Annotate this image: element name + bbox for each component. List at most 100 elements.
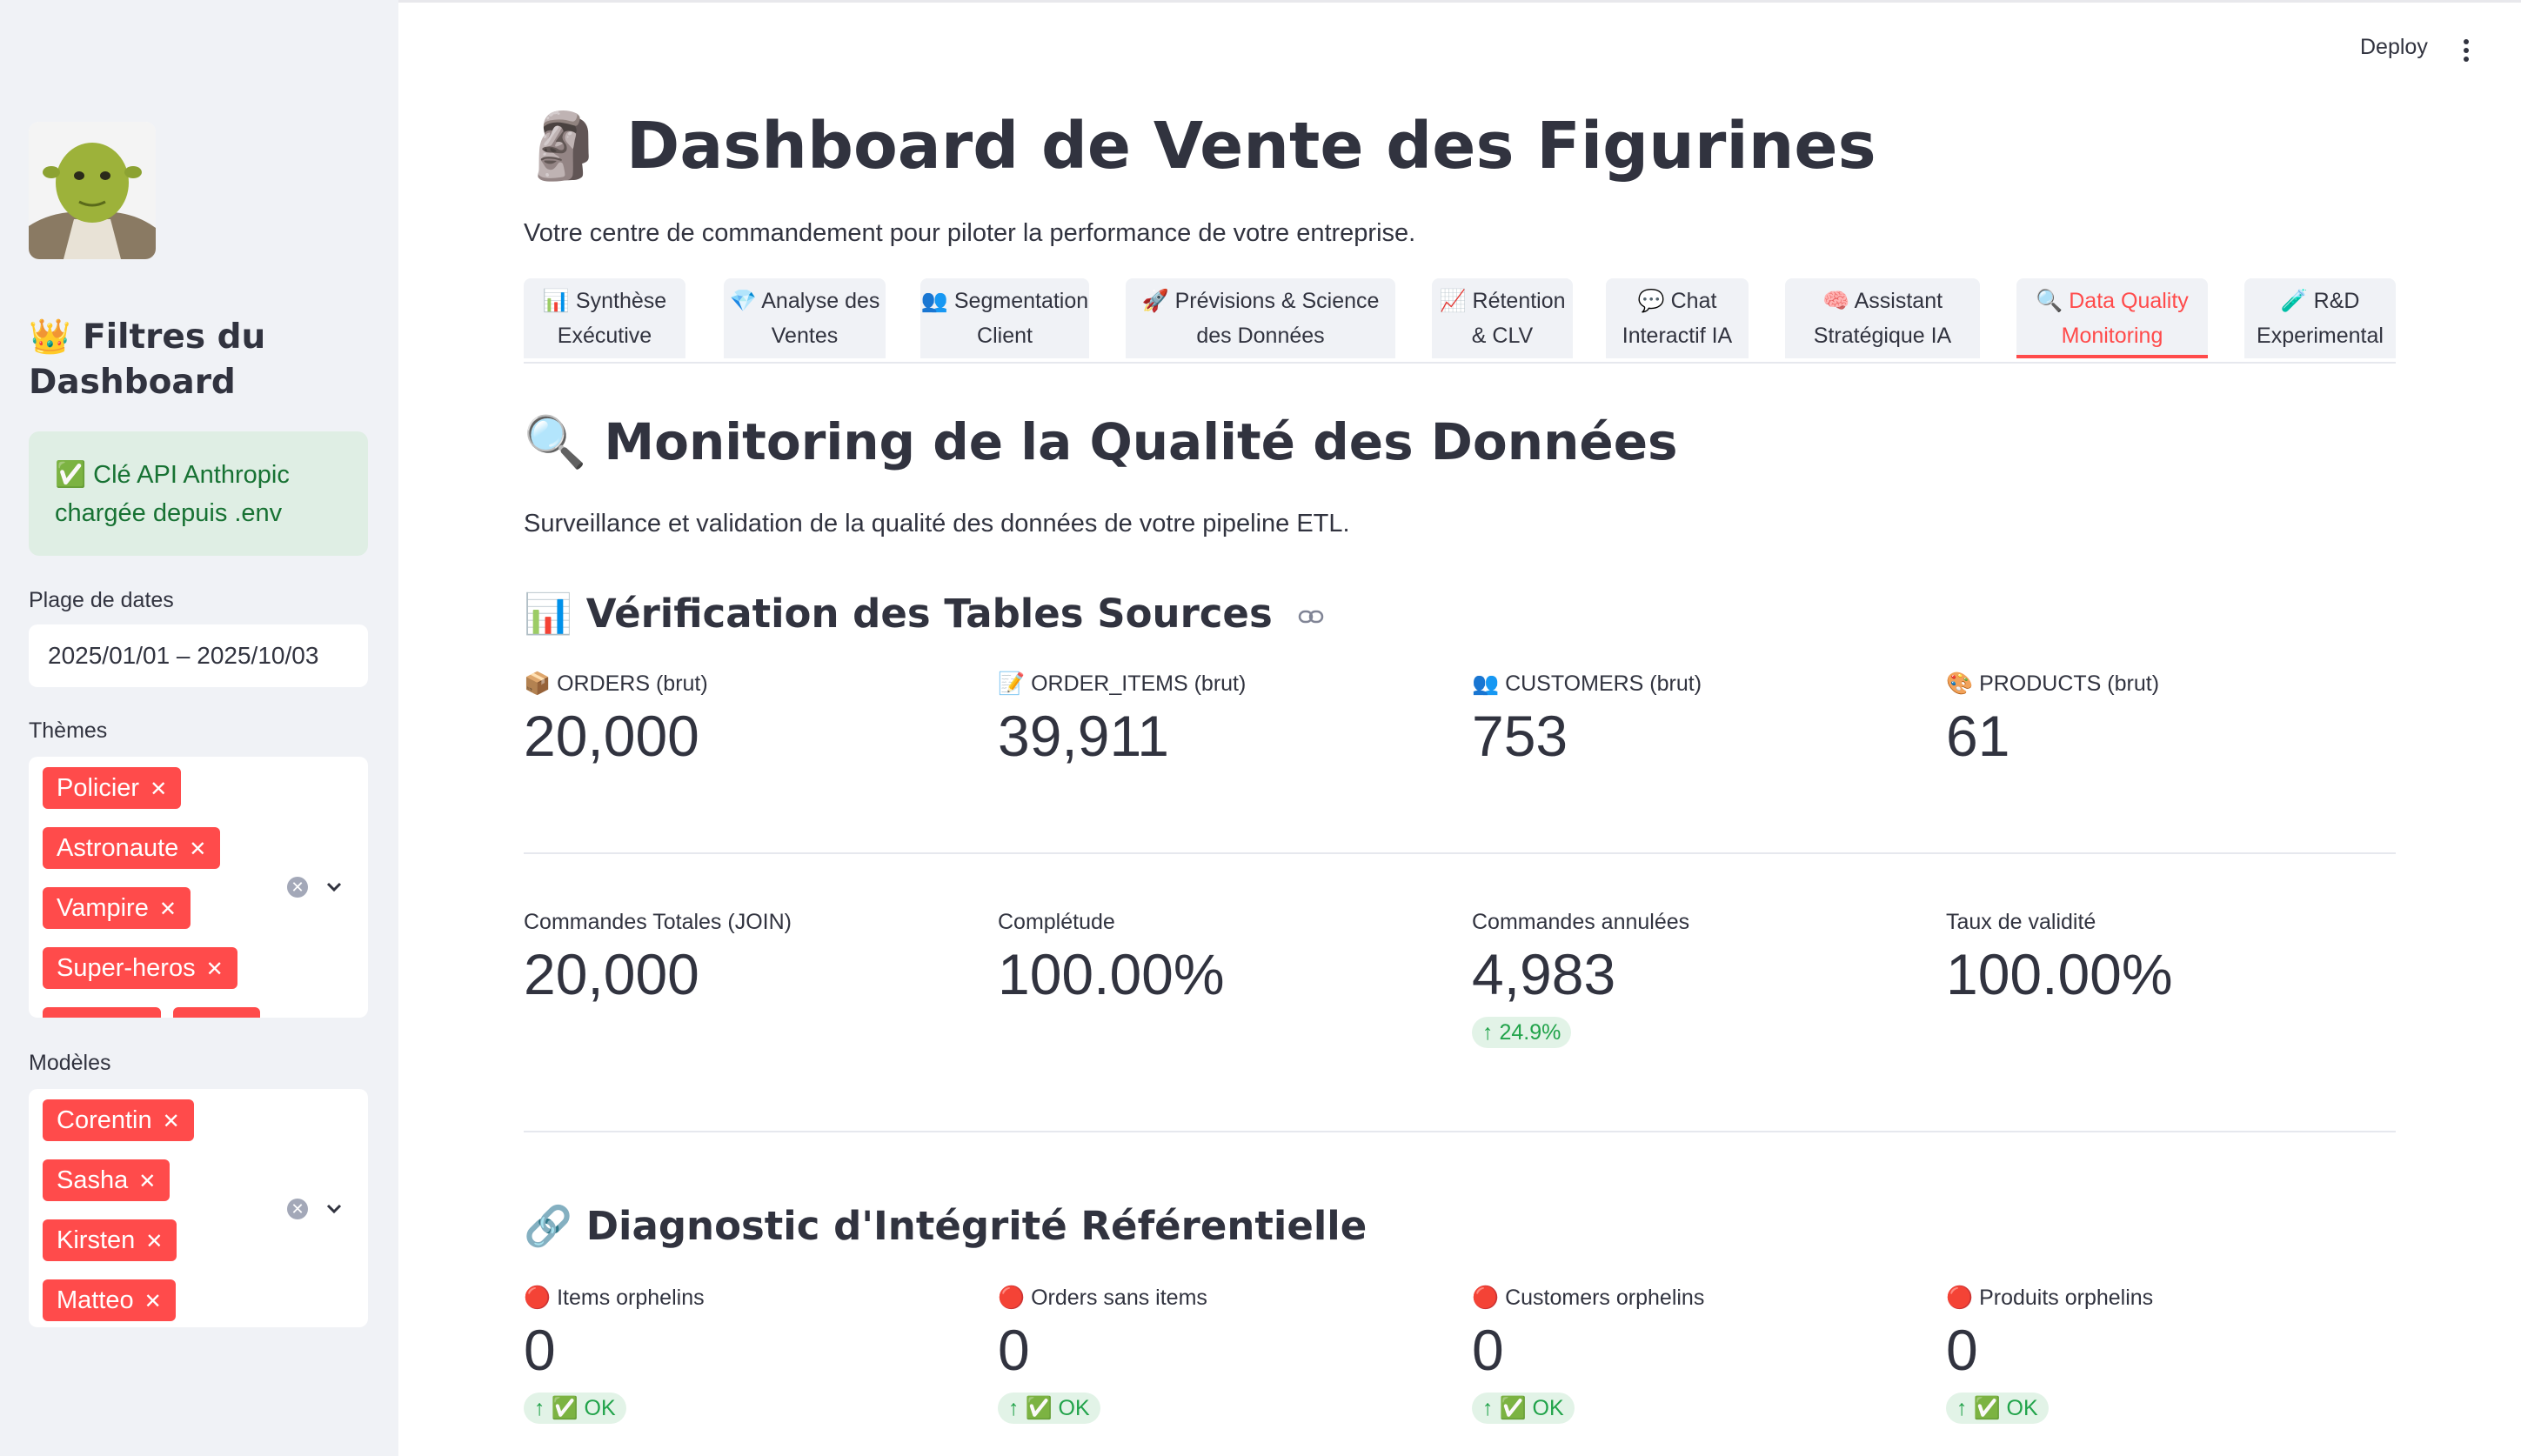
tab-label: 📊 Synthèse <box>542 289 667 313</box>
metric-validity-rate: Taux de validité 100.00% <box>1946 910 2398 1008</box>
tab-label: des Données <box>1196 324 1325 348</box>
date-range-input[interactable]: 2025/01/01 – 2025/10/03 <box>29 624 368 687</box>
tab-label: 🔍 Data Quality <box>2036 289 2189 313</box>
tab-label: 📈 Rétention <box>1439 289 1566 313</box>
remove-chip-icon[interactable]: ✕ <box>163 1110 180 1133</box>
tab-bar: 📊 Synthèse Exécutive 💎 Analyse des Ventes … <box>524 278 2396 364</box>
remove-chip-icon[interactable]: ✕ <box>206 958 224 981</box>
tab-synthese-executive[interactable]: 📊 Synthèse Exécutive <box>524 278 685 358</box>
theme-chip[interactable]: Astronaute ✕ <box>43 827 221 869</box>
metric-label: 🔴 Produits orphelins <box>1946 1286 2154 1310</box>
theme-chip-cutoff[interactable] <box>43 1007 161 1018</box>
metric-value: 0 <box>1472 1318 1504 1382</box>
remove-chip-icon[interactable]: ✕ <box>144 1290 162 1313</box>
metric-value: 4,983 <box>1472 942 1616 1006</box>
model-chip-label: Sasha <box>57 1166 129 1194</box>
model-chip[interactable]: Kirsten ✕ <box>43 1219 177 1261</box>
tab-previsions-science[interactable]: 🚀 Prévisions & Science des Données <box>1126 278 1395 358</box>
metric-customers: 👥 CUSTOMERS (brut) 753 <box>1472 671 1924 770</box>
remove-chip-icon[interactable]: ✕ <box>159 898 177 921</box>
metric-delta-badge: ↑ ✅ OK <box>1472 1393 1575 1424</box>
theme-chip-label: Vampire <box>57 894 149 922</box>
model-chip-label: Matteo <box>57 1286 134 1314</box>
clear-all-icon[interactable]: ✕ <box>287 1199 308 1219</box>
remove-chip-icon[interactable]: ✕ <box>150 778 167 801</box>
metric-delta-badge: ↑ 24.9% <box>1472 1017 1572 1048</box>
metric-label: 📦 ORDERS (brut) <box>524 671 708 696</box>
theme-chip-label: Policier <box>57 774 140 802</box>
integrity-heading: 🔗 Diagnostic d'Intégrité Référentielle <box>524 1203 1367 1249</box>
metric-label: Complétude <box>998 910 1115 934</box>
metric-value: 0 <box>998 1318 1030 1382</box>
metric-value: 61 <box>1946 704 2010 768</box>
date-range-label: Plage de dates <box>29 588 174 612</box>
themes-multiselect[interactable]: Policier ✕ Astronaute ✕ Vampire ✕ Super-her… <box>29 757 368 1018</box>
metric-value: 20,000 <box>524 704 699 768</box>
sidebar: 👑 Filtres du Dashboard ✅ Clé API Anthrop… <box>0 0 398 1456</box>
divider <box>524 1131 2396 1132</box>
section-description: Surveillance et validation de la qualité… <box>524 510 1350 538</box>
tab-analyse-ventes[interactable]: 💎 Analyse des Ventes <box>724 278 886 358</box>
clear-all-icon[interactable]: ✕ <box>287 877 308 898</box>
theme-chip-cutoff[interactable] <box>173 1007 260 1018</box>
tab-chat-ia[interactable]: 💬 Chat Interactif IA <box>1606 278 1749 358</box>
metric-value: 100.00% <box>998 942 1225 1006</box>
theme-chip[interactable]: Vampire ✕ <box>43 887 191 929</box>
anchor-link-icon[interactable] <box>1298 609 1324 624</box>
metric-label: Taux de validité <box>1946 910 2096 934</box>
metric-cancelled-orders: Commandes annulées 4,983 ↑ 24.9% <box>1472 910 1924 1048</box>
tab-data-quality[interactable]: 🔍 Data Quality Monitoring <box>2016 278 2208 358</box>
page-title: 🗿 Dashboard de Vente des Figurines <box>524 109 1876 184</box>
tab-label: Client <box>977 324 1033 348</box>
remove-chip-icon[interactable]: ✕ <box>145 1230 163 1253</box>
theme-chip[interactable]: Super-heros ✕ <box>43 947 237 989</box>
metric-label: 🔴 Customers orphelins <box>1472 1286 1705 1310</box>
tab-label: 🧪 R&D <box>2280 289 2360 313</box>
divider <box>524 852 2396 854</box>
metric-label: Commandes annulées <box>1472 910 1690 934</box>
metric-delta-badge: ↑ ✅ OK <box>524 1393 626 1424</box>
metric-orphan-products: 🔴 Produits orphelins 0 ↑ ✅ OK <box>1946 1286 2398 1424</box>
sidebar-title: 👑 Filtres du Dashboard <box>29 317 266 402</box>
model-chip-label: Corentin <box>57 1106 152 1134</box>
remove-chip-icon[interactable]: ✕ <box>138 1170 156 1193</box>
metric-label: 🎨 PRODUCTS (brut) <box>1946 671 2160 696</box>
tab-segmentation-client[interactable]: 👥 Segmentation Client <box>920 278 1089 358</box>
tab-retention-clv[interactable]: 📈 Rétention & CLV <box>1432 278 1573 358</box>
metric-order-items: 📝 ORDER_ITEMS (brut) 39,911 <box>998 671 1450 770</box>
tab-label: 💎 Analyse des <box>729 289 880 313</box>
tab-label: Exécutive <box>557 324 652 348</box>
tab-label: 🚀 Prévisions & Science <box>1141 289 1380 313</box>
metric-orders: 📦 ORDERS (brut) 20,000 <box>524 671 976 770</box>
remove-chip-icon[interactable]: ✕ <box>189 838 206 861</box>
tab-label: Stratégique IA <box>1813 324 1952 348</box>
theme-chip-label: Astronaute <box>57 834 179 862</box>
metric-value: 0 <box>524 1318 556 1382</box>
metric-label: 👥 CUSTOMERS (brut) <box>1472 671 1702 696</box>
sources-heading-text: 📊 Vérification des Tables Sources <box>524 591 1273 637</box>
tab-rnd-experimental[interactable]: 🧪 R&D Experimental <box>2244 278 2396 358</box>
page-subtitle: Votre centre de commandement pour pilote… <box>524 219 1416 247</box>
avatar <box>29 122 156 259</box>
models-multiselect[interactable]: Corentin ✕ Sasha ✕ Kirsten ✕ Matteo ✕ ✕ <box>29 1089 368 1327</box>
model-chip[interactable]: Sasha ✕ <box>43 1159 171 1201</box>
metric-value: 0 <box>1946 1318 1978 1382</box>
theme-chip-label: Super-heros <box>57 954 196 982</box>
model-chip[interactable]: Corentin ✕ <box>43 1099 194 1141</box>
tab-label: 💬 Chat <box>1637 289 1717 313</box>
chevron-down-icon[interactable] <box>324 1199 344 1219</box>
metric-delta-badge: ↑ ✅ OK <box>998 1393 1100 1424</box>
theme-chip[interactable]: Policier ✕ <box>43 767 182 809</box>
deploy-button[interactable]: Deploy <box>2360 35 2428 60</box>
tab-label: Ventes <box>771 324 839 348</box>
chevron-down-icon[interactable] <box>324 878 344 897</box>
metric-label: 📝 ORDER_ITEMS (brut) <box>998 671 1247 696</box>
model-chip[interactable]: Matteo ✕ <box>43 1279 176 1321</box>
metric-value: 20,000 <box>524 942 699 1006</box>
kebab-menu-icon[interactable] <box>2464 38 2469 63</box>
section-title: 🔍 Monitoring de la Qualité des Données <box>524 412 1678 471</box>
tab-assistant-strategique[interactable]: 🧠 Assistant Stratégique IA <box>1785 278 1980 358</box>
metric-value: 39,911 <box>998 704 1169 768</box>
metric-label: 🔴 Items orphelins <box>524 1286 705 1310</box>
api-key-success-alert: ✅ Clé API Anthropic chargée depuis .env <box>29 431 368 556</box>
